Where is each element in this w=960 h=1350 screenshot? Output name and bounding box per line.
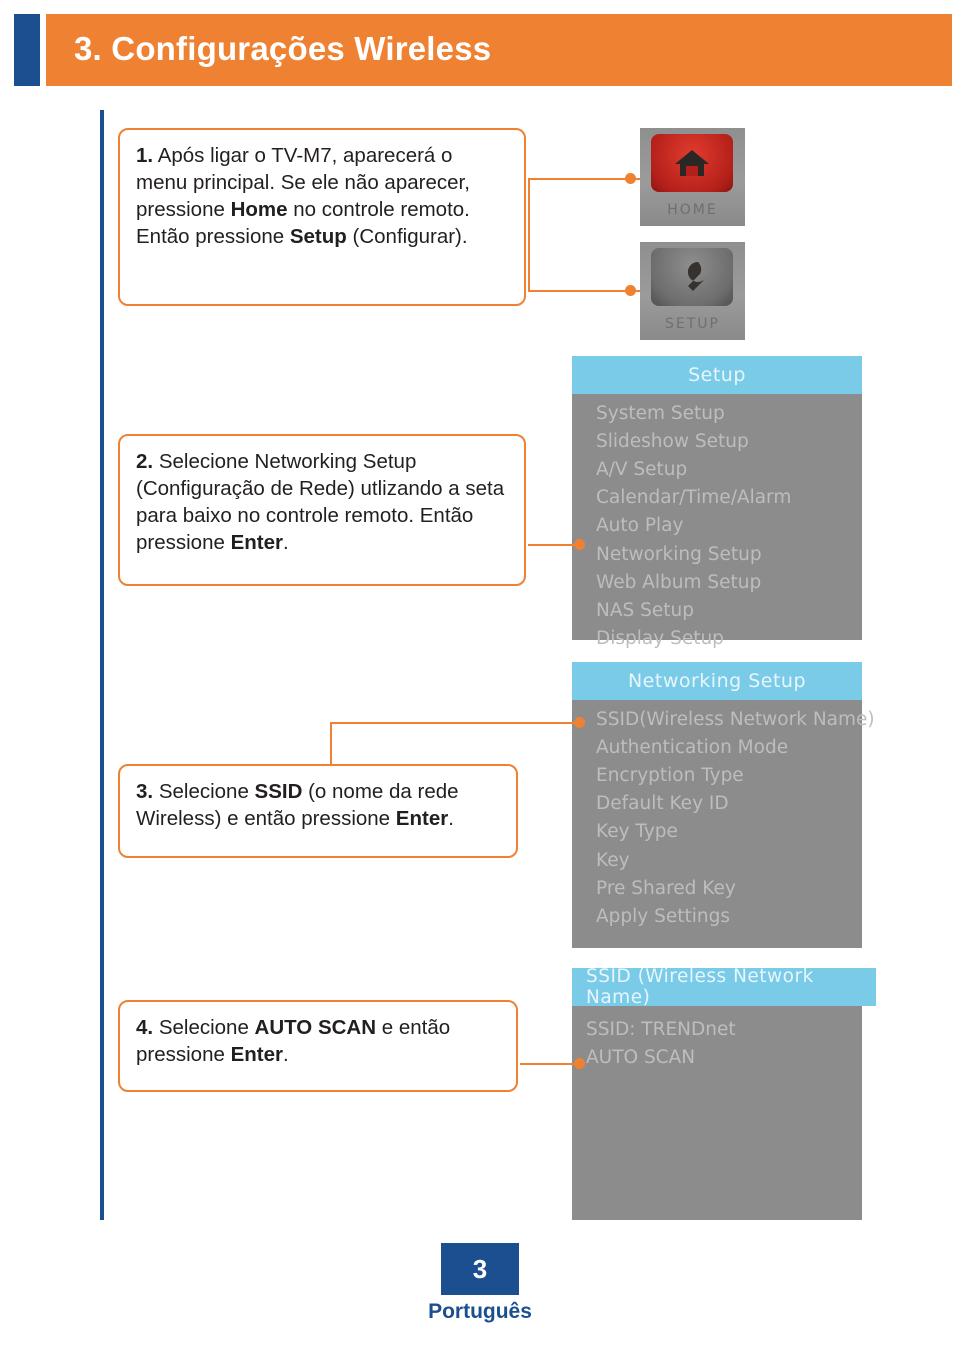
- osd-networking-item: Encryption Type: [596, 765, 744, 787]
- step-3-text: Selecione SSID (o nome da rede Wireless)…: [136, 780, 459, 831]
- connector-step1-home: [528, 178, 640, 180]
- osd-ssid-item-autoscan: AUTO SCAN: [586, 1047, 696, 1069]
- osd-ssid-list: SSID: TRENDnet AUTO SCAN: [586, 1016, 854, 1072]
- connector-step1-setup: [528, 290, 640, 292]
- osd-setup-item: Slideshow Setup: [596, 431, 749, 453]
- osd-ssid-screen: SSID (Wireless Network Name) SSID: TREND…: [572, 966, 876, 1220]
- connector-step1-vertical: [528, 178, 530, 292]
- osd-setup-screen: Setup System Setup Slideshow Setup A/V S…: [572, 356, 862, 649]
- page-number-badge: 3: [441, 1243, 519, 1295]
- osd-networking-item: Pre Shared Key: [596, 877, 736, 899]
- header-blue-accent: [14, 14, 40, 86]
- page-header: 3. Configurações Wireless: [0, 14, 960, 86]
- remote-setup-button-photo: SETUP: [640, 242, 745, 340]
- step-2-callout: 2. Selecione Networking Setup (Configura…: [118, 434, 526, 586]
- step-3-number: 3.: [136, 780, 154, 803]
- left-vertical-rule: [100, 110, 104, 1220]
- osd-setup-item: NAS Setup: [596, 599, 694, 621]
- osd-networking-item: Key Type: [596, 821, 678, 843]
- home-button-label: HOME: [667, 202, 718, 218]
- step-1-callout: 1. Após ligar o TV-M7, aparecerá o menu …: [118, 128, 526, 306]
- connector-step3: [330, 722, 580, 724]
- step-2-text: Selecione Networking Setup (Configuração…: [136, 450, 505, 555]
- connector-dot-setup: [625, 285, 636, 296]
- osd-setup-item-networking: Networking Setup: [596, 543, 762, 565]
- osd-setup-title: Setup: [572, 356, 862, 394]
- osd-networking-list: SSID(Wireless Network Name) Authenticati…: [596, 706, 875, 931]
- setup-button-cap: [651, 248, 733, 306]
- step-3-callout: 3. Selecione SSID (o nome da rede Wirele…: [118, 764, 518, 858]
- osd-networking-item: Default Key ID: [596, 793, 729, 815]
- step-2-number: 2.: [136, 450, 154, 473]
- page-title: 3. Configurações Wireless: [74, 30, 492, 67]
- step-1-text: Após ligar o TV-M7, aparecerá o menu pri…: [136, 144, 470, 249]
- footer-language-label: Português: [428, 1300, 532, 1323]
- connector-step3-vertical: [330, 722, 332, 766]
- step-4-callout: 4. Selecione AUTO SCAN e então pressione…: [118, 1000, 518, 1092]
- osd-networking-title: Networking Setup: [572, 662, 862, 700]
- osd-ssid-title: SSID (Wireless Network Name): [572, 966, 876, 1008]
- osd-networking-item: Apply Settings: [596, 905, 730, 927]
- step-4-text: Selecione AUTO SCAN e então pressione En…: [136, 1016, 451, 1067]
- connector-dot-autoscan: [574, 1058, 585, 1069]
- home-button-cap: [651, 134, 733, 192]
- osd-setup-item: System Setup: [596, 403, 725, 424]
- osd-ssid-item-name: SSID: TRENDnet: [586, 1019, 736, 1040]
- step-4-number: 4.: [136, 1016, 154, 1039]
- wrench-icon: [651, 248, 733, 306]
- osd-networking-screen: Networking Setup SSID(Wireless Network N…: [572, 662, 875, 948]
- connector-step4: [520, 1063, 580, 1065]
- setup-button-label: SETUP: [665, 316, 720, 332]
- osd-setup-item: Calendar/Time/Alarm: [596, 487, 792, 509]
- osd-setup-item: Web Album Setup: [596, 571, 762, 593]
- remote-home-button-photo: HOME: [640, 128, 745, 226]
- osd-networking-item-ssid: SSID(Wireless Network Name): [596, 709, 875, 730]
- osd-networking-item: Key: [596, 849, 630, 871]
- connector-dot-ssid: [574, 717, 585, 728]
- connector-step2: [528, 544, 580, 546]
- osd-networking-item: Authentication Mode: [596, 737, 789, 759]
- connector-dot-home: [625, 173, 636, 184]
- home-icon: [651, 134, 733, 192]
- osd-setup-list: System Setup Slideshow Setup A/V Setup C…: [596, 400, 854, 653]
- connector-dot-networking: [574, 539, 585, 550]
- step-1-number: 1.: [136, 144, 154, 167]
- osd-setup-item: Display Setup: [596, 627, 724, 649]
- osd-setup-item: Auto Play: [596, 515, 684, 537]
- osd-setup-item: A/V Setup: [596, 459, 688, 481]
